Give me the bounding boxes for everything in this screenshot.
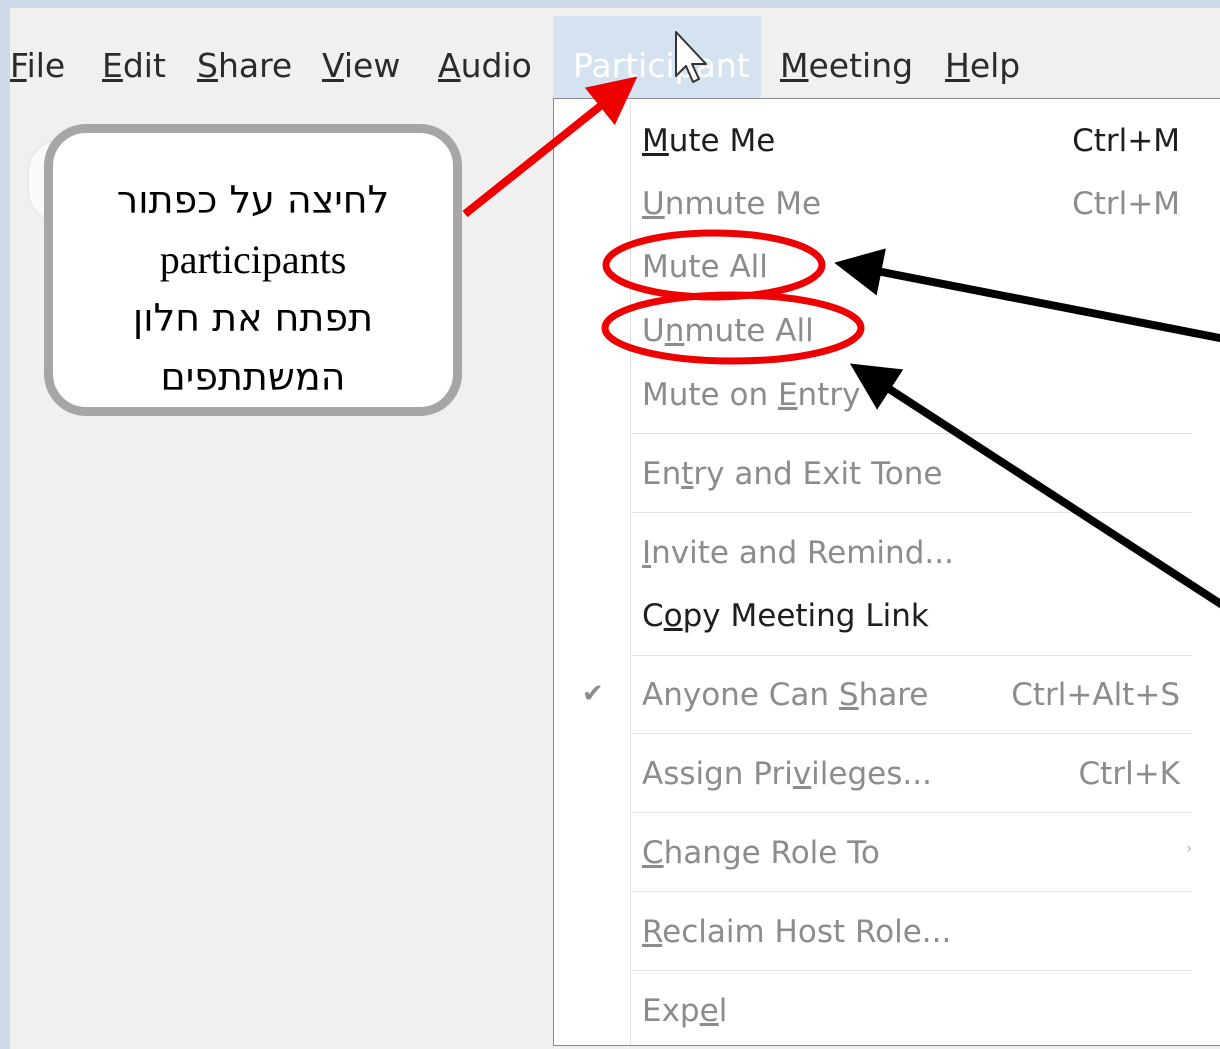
red-annotation-arrow — [462, 76, 638, 218]
mouse-pointer-icon — [675, 31, 707, 83]
red-highlight-ellipse-mute-all — [602, 229, 826, 301]
annotation-overlay — [462, 31, 1220, 609]
red-highlight-ellipse-unmute-all — [601, 291, 865, 365]
black-annotation-arrow-2 — [849, 363, 1220, 609]
black-annotation-arrow-1 — [834, 248, 1220, 343]
